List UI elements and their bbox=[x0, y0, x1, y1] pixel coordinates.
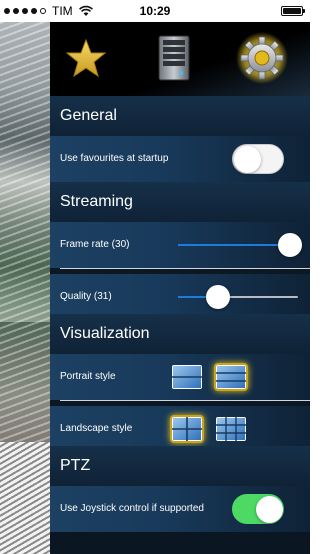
frame-rate-label: Frame rate (30) bbox=[60, 239, 130, 250]
joystick-row: Use Joystick control if supported bbox=[50, 486, 310, 532]
section-header-streaming: Streaming bbox=[50, 182, 310, 222]
battery-icon bbox=[281, 6, 305, 16]
section-header-general: General bbox=[50, 96, 310, 136]
settings-tab[interactable] bbox=[236, 32, 288, 84]
slider-thumb[interactable] bbox=[205, 285, 230, 309]
divider bbox=[60, 268, 310, 269]
use-favourites-row: Use favourites at startup bbox=[50, 136, 310, 182]
background-camera-image bbox=[0, 22, 50, 554]
portrait-single-layout-button[interactable] bbox=[172, 365, 202, 389]
frame-rate-row: Frame rate (30) bbox=[50, 222, 310, 268]
frame-rate-slider[interactable] bbox=[178, 233, 302, 257]
joystick-toggle[interactable] bbox=[232, 494, 284, 524]
toolbar bbox=[50, 22, 310, 96]
favourites-tab[interactable] bbox=[60, 32, 112, 84]
quality-slider[interactable] bbox=[178, 285, 298, 309]
servers-tab[interactable] bbox=[148, 32, 200, 84]
quality-label: Quality (31) bbox=[60, 291, 112, 302]
section-header-visualization: Visualization bbox=[50, 314, 310, 354]
use-favourites-toggle[interactable] bbox=[232, 144, 284, 174]
joystick-label: Use Joystick control if supported bbox=[60, 503, 204, 514]
status-bar: TIM 10:29 bbox=[0, 0, 310, 22]
server-icon bbox=[158, 35, 190, 81]
gear-icon bbox=[236, 32, 288, 84]
status-time: 10:29 bbox=[139, 4, 171, 18]
slider-thumb[interactable] bbox=[278, 233, 302, 257]
star-icon bbox=[66, 38, 106, 78]
divider bbox=[60, 400, 310, 401]
landscape-style-label: Landscape style bbox=[60, 423, 133, 434]
landscape-3x3-layout-button[interactable] bbox=[216, 417, 246, 441]
portrait-style-label: Portrait style bbox=[60, 371, 116, 382]
portrait-style-row: Portrait style bbox=[50, 354, 310, 400]
section-header-ptz: PTZ bbox=[50, 446, 310, 486]
use-favourites-label: Use favourites at startup bbox=[60, 153, 169, 164]
portrait-split-layout-button[interactable] bbox=[216, 365, 246, 389]
landscape-2x2-layout-button[interactable] bbox=[172, 417, 202, 441]
settings-panel: General Use favourites at startup Stream… bbox=[50, 22, 310, 554]
